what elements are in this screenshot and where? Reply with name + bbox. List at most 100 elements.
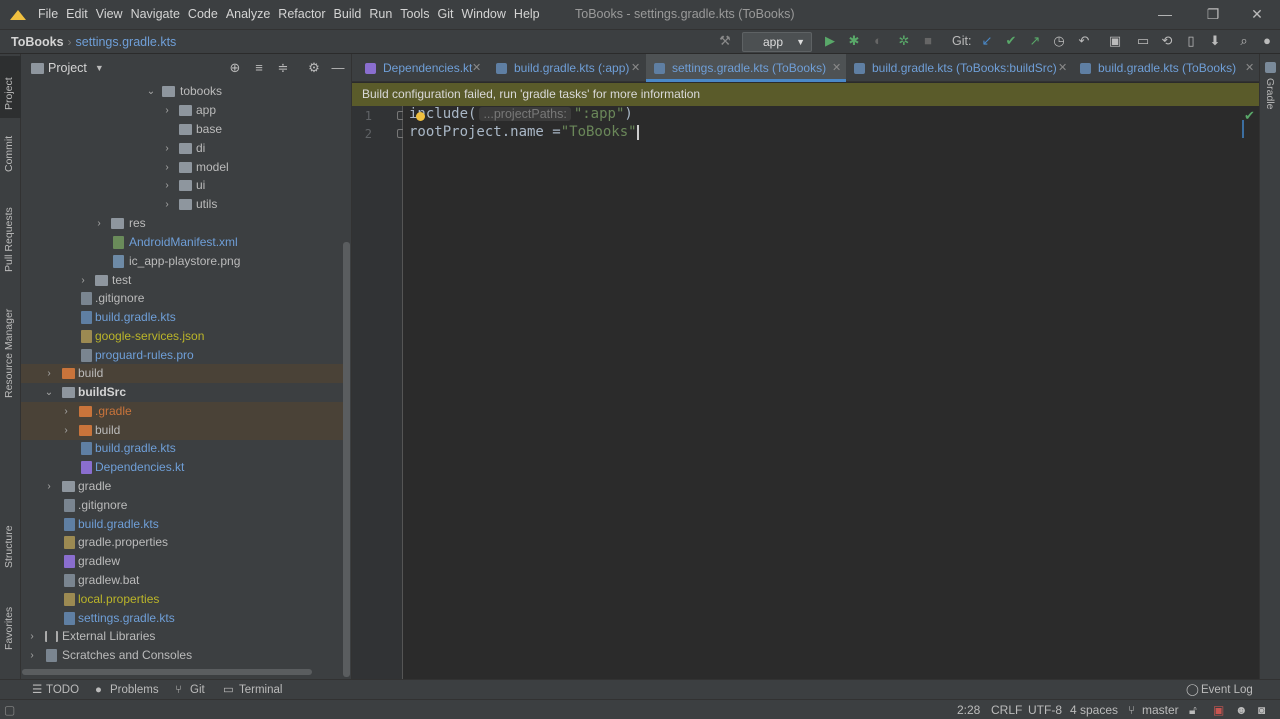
tree-item[interactable]: build.gradle.kts	[21, 515, 343, 534]
git-commit-icon[interactable]: ✔	[1000, 30, 1022, 52]
tool-tab-structure[interactable]: Structure	[0, 520, 21, 590]
tree-item[interactable]: gradle.properties	[21, 533, 343, 552]
tree-item[interactable]: build.gradle.kts	[21, 439, 343, 458]
minimize-icon[interactable]: —	[1142, 0, 1188, 29]
rollback-icon[interactable]: ↶	[1073, 30, 1095, 52]
git-push-icon[interactable]: ↗	[1024, 30, 1046, 52]
close-tab-icon[interactable]: ✕	[1058, 54, 1067, 82]
project-panel-horizontal-scrollbar[interactable]	[22, 669, 312, 675]
tree-item[interactable]: ⌄ tobooks	[21, 82, 343, 101]
project-structure-icon[interactable]: ▣	[1104, 30, 1126, 52]
tree-item[interactable]: › build	[21, 364, 343, 383]
tree-item[interactable]: ic_app-playstore.png	[21, 252, 343, 271]
chevron-down-icon[interactable]: ▼	[95, 63, 104, 73]
menu-tools[interactable]: Tools	[396, 0, 433, 29]
menu-file[interactable]: File	[34, 0, 62, 29]
tree-item[interactable]: gradlew.bat	[21, 571, 343, 590]
tree-item[interactable]: › app	[21, 101, 343, 120]
tool-window-git[interactable]: Git	[190, 680, 205, 700]
tree-item[interactable]: Dependencies.kt	[21, 458, 343, 477]
error-indicator-icon[interactable]: ▣	[1213, 700, 1224, 719]
tab-build-gradle-buildsrc[interactable]: build.gradle.kts (ToBooks:buildSrc) ✕	[846, 54, 1070, 82]
tree-item[interactable]: › model	[21, 158, 343, 177]
breadcrumb-project[interactable]: ToBooks	[11, 35, 64, 49]
menu-help[interactable]: Help	[510, 0, 544, 29]
sync-gradle-icon[interactable]: ⟲	[1156, 30, 1178, 52]
tool-tab-resource-manager[interactable]: Resource Manager	[0, 304, 21, 414]
close-tab-icon[interactable]: ✕	[832, 54, 841, 82]
menu-view[interactable]: View	[92, 0, 127, 29]
tree-item[interactable]: .gitignore	[21, 496, 343, 515]
tree-item[interactable]: › Scratches and Consoles	[21, 646, 343, 665]
caret-position[interactable]: 2:28	[957, 700, 980, 719]
tab-build-gradle-app[interactable]: build.gradle.kts (:app) ✕	[488, 54, 644, 82]
tree-item[interactable]: › res	[21, 214, 343, 233]
breadcrumb-file[interactable]: settings.gradle.kts	[76, 35, 177, 49]
inspection-ok-icon[interactable]: ✔	[1244, 108, 1255, 124]
stop-icon[interactable]: ■	[917, 30, 939, 52]
menu-refactor[interactable]: Refactor	[274, 0, 329, 29]
tree-item[interactable]: › ui	[21, 176, 343, 195]
avd-manager-icon[interactable]: ▯	[1180, 30, 1202, 52]
run-icon[interactable]: ▶	[819, 30, 841, 52]
attach-debugger-icon[interactable]: ✲	[893, 30, 915, 52]
menu-navigate[interactable]: Navigate	[127, 0, 184, 29]
tool-window-todo[interactable]: TODO	[46, 680, 79, 700]
menu-build[interactable]: Build	[330, 0, 366, 29]
tree-item[interactable]: .gitignore	[21, 289, 343, 308]
tree-item[interactable]: base	[21, 120, 343, 139]
tree-item[interactable]: › External Libraries	[21, 627, 343, 646]
close-tab-icon[interactable]: ✕	[1245, 54, 1254, 82]
run-configuration-select[interactable]: app ▼	[742, 32, 812, 52]
file-encoding[interactable]: UTF-8	[1028, 700, 1062, 719]
close-icon[interactable]: ✕	[1234, 0, 1280, 29]
expand-all-icon[interactable]: ≡	[249, 58, 269, 78]
profile-icon[interactable]: ◐	[867, 30, 889, 52]
code-editor[interactable]: include(...projectPaths: ":app") rootProj…	[403, 106, 1259, 679]
menu-code[interactable]: Code	[184, 0, 222, 29]
collapse-all-icon[interactable]: ≑	[273, 58, 293, 78]
device-manager-icon[interactable]: ▭	[1132, 30, 1154, 52]
project-view-title[interactable]: Project	[48, 61, 87, 75]
indent-setting[interactable]: 4 spaces	[1070, 700, 1118, 719]
tool-tab-project[interactable]: Project	[0, 56, 21, 118]
tool-window-event-log[interactable]: Event Log	[1201, 680, 1253, 700]
gear-icon[interactable]: ⚙	[304, 58, 324, 78]
tool-tab-commit[interactable]: Commit	[0, 126, 21, 186]
tool-tab-favorites[interactable]: Favorites	[0, 604, 21, 674]
tree-item[interactable]: ⌄ buildSrc	[21, 383, 343, 402]
tree-item[interactable]: › build	[21, 421, 343, 440]
tree-item[interactable]: › di	[21, 139, 343, 158]
lock-icon[interactable]: 🔓︎	[1189, 700, 1197, 719]
lightbulb-icon[interactable]	[416, 112, 425, 121]
tab-build-gradle-tobooks[interactable]: build.gradle.kts (ToBooks) ✕	[1072, 54, 1259, 82]
tree-item[interactable]: build.gradle.kts	[21, 308, 343, 327]
debug-icon[interactable]: ✱	[843, 30, 865, 52]
select-opened-file-icon[interactable]: ⊕	[225, 58, 245, 78]
git-branch[interactable]: master	[1142, 700, 1179, 719]
menu-analyze[interactable]: Analyze	[222, 0, 274, 29]
restore-icon[interactable]: ❐	[1190, 0, 1236, 29]
tree-item[interactable]: › .gradle	[21, 402, 343, 421]
inspector-icon[interactable]: ☻	[1235, 700, 1248, 719]
avatar[interactable]: ●	[1256, 30, 1278, 52]
hide-panel-icon[interactable]: —	[328, 58, 348, 78]
close-tab-icon[interactable]: ✕	[631, 54, 640, 82]
menu-edit[interactable]: Edit	[62, 0, 92, 29]
menu-run[interactable]: Run	[365, 0, 396, 29]
tool-window-problems[interactable]: Problems	[110, 680, 159, 700]
code-line-1[interactable]: include(...projectPaths: ":app")	[409, 106, 633, 122]
tab-settings-gradle[interactable]: settings.gradle.kts (ToBooks) ✕	[646, 54, 846, 82]
tree-item[interactable]: proguard-rules.pro	[21, 346, 343, 365]
project-panel-vertical-scrollbar[interactable]	[343, 242, 350, 677]
sdk-manager-icon[interactable]: ⬇	[1204, 30, 1226, 52]
tree-item[interactable]: AndroidManifest.xml	[21, 233, 343, 252]
tool-window-terminal[interactable]: Terminal	[239, 680, 282, 700]
code-line-2[interactable]: rootProject.name ="ToBooks"	[409, 124, 639, 140]
tree-item[interactable]: › gradle	[21, 477, 343, 496]
line-separator[interactable]: CRLF	[991, 700, 1022, 719]
memory-indicator-icon[interactable]: ◙	[1258, 700, 1265, 719]
tree-item[interactable]: google-services.json	[21, 327, 343, 346]
tree-item[interactable]: gradlew	[21, 552, 343, 571]
tree-item[interactable]: › utils	[21, 195, 343, 214]
